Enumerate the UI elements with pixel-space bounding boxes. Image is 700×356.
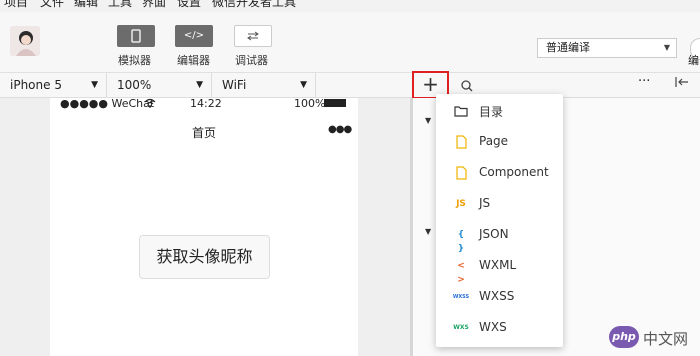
menu-wechat-devtools[interactable]: 微信开发者工具: [212, 0, 296, 10]
menu-item-label: 目录: [479, 105, 504, 119]
toolbar: 模拟器 </> 编辑器 调试器 普通编译 ▼ 编: [0, 12, 700, 73]
json-file-icon: { }: [457, 230, 465, 254]
watermark: php 中文网: [603, 322, 700, 356]
simulator-button[interactable]: [117, 25, 155, 47]
get-userinfo-button[interactable]: 获取头像昵称: [139, 235, 270, 279]
menu-bar: 项目 文件 编辑 工具 界面 设置 微信开发者工具: [0, 0, 700, 12]
menu-item-wxs[interactable]: WXS WXS: [436, 313, 563, 344]
menu-interface[interactable]: 界面: [142, 0, 166, 10]
phone-screen: ●●●●● WeChat 14:22 100% 首页 ●●● 获取头像昵称: [50, 97, 358, 356]
menu-edit[interactable]: 编辑: [74, 0, 98, 10]
phone-icon: [131, 29, 141, 43]
chevron-down-icon: ▼: [91, 80, 98, 90]
zoom-value: 100%: [117, 78, 152, 92]
menu-item-wxml[interactable]: < > WXML: [436, 251, 563, 285]
wxml-file-icon: < >: [457, 261, 465, 285]
menu-item-label: Component: [479, 165, 549, 179]
more-options-button[interactable]: ···: [638, 74, 650, 89]
battery-text: 100%: [294, 97, 326, 110]
js-file-icon: JS: [456, 199, 466, 209]
debug-arrows-icon: [247, 31, 259, 41]
menu-item-label: Page: [479, 134, 509, 148]
menu-project[interactable]: 项目: [4, 0, 28, 10]
dropdown-arrow-icon: ▼: [663, 43, 670, 52]
menu-item-label: WXSS: [479, 289, 515, 303]
expand-caret-icon[interactable]: ▼: [425, 116, 431, 125]
chevron-down-icon: ▼: [196, 80, 203, 90]
menu-item-page[interactable]: Page: [436, 127, 563, 158]
menu-item-label: WXS: [479, 320, 507, 334]
signal-text: ●●●●● WeChat: [60, 97, 155, 110]
menu-item-label: JSON: [479, 227, 509, 241]
wxs-file-icon: WXS: [453, 324, 469, 331]
simulator-label: 模拟器: [118, 54, 151, 67]
menu-item-component[interactable]: Component: [436, 158, 563, 189]
network-select[interactable]: WiFi ▼: [212, 73, 316, 97]
menu-item-js[interactable]: JS JS: [436, 189, 563, 220]
menu-item-json[interactable]: { } JSON: [436, 220, 563, 254]
nav-menu-icon[interactable]: ●●●: [328, 124, 352, 135]
menu-file[interactable]: 文件: [40, 0, 64, 10]
plus-icon: +: [422, 72, 439, 96]
menu-settings[interactable]: 设置: [177, 0, 201, 10]
editor-label: 编辑器: [177, 54, 210, 67]
network-value: WiFi: [222, 78, 247, 92]
collapse-panel-button[interactable]: [674, 75, 690, 92]
zoom-select[interactable]: 100% ▼: [107, 73, 212, 97]
search-icon: [461, 80, 473, 92]
watermark-text: 中文网: [643, 330, 689, 348]
menu-item-wxss[interactable]: WXSS WXSS: [436, 282, 563, 313]
debugger-label: 调试器: [235, 54, 268, 67]
wifi-icon: [144, 98, 156, 108]
avatar-image: [10, 26, 40, 56]
menu-item-label: WXML: [479, 258, 517, 272]
expand-caret-icon[interactable]: ▼: [425, 227, 431, 236]
right-toolbar-label: 编: [688, 54, 699, 67]
status-bar: ●●●●● WeChat 14:22 100%: [50, 97, 358, 111]
editor-button[interactable]: </>: [175, 25, 213, 47]
compile-mode-value: 普通编译: [546, 41, 590, 54]
component-file-icon: [456, 166, 467, 180]
time-text: 14:22: [190, 97, 222, 110]
menu-tools[interactable]: 工具: [108, 0, 132, 10]
device-value: iPhone 5: [10, 78, 62, 92]
device-select[interactable]: iPhone 5 ▼: [0, 73, 107, 97]
wxss-file-icon: WXSS: [452, 294, 470, 300]
code-icon: </>: [183, 30, 205, 41]
device-bar: iPhone 5 ▼ 100% ▼ WiFi ▼: [0, 73, 700, 98]
php-logo: php: [609, 326, 639, 348]
chevron-down-icon: ▼: [300, 80, 307, 90]
menu-item-label: JS: [479, 196, 491, 210]
menu-item-directory[interactable]: 目录: [436, 96, 563, 127]
avatar[interactable]: [10, 26, 40, 56]
battery-icon: [324, 99, 346, 107]
folder-icon: [454, 106, 468, 117]
new-file-menu: 目录 Page Component JS JS { } JSON < > WXM…: [436, 94, 563, 347]
more-icon: ···: [638, 74, 651, 89]
compile-mode-select[interactable]: 普通编译 ▼: [537, 38, 677, 58]
page-file-icon: [456, 135, 467, 149]
nav-title: 首页: [191, 126, 216, 140]
collapse-icon: [675, 77, 688, 87]
debugger-button[interactable]: [234, 25, 272, 47]
